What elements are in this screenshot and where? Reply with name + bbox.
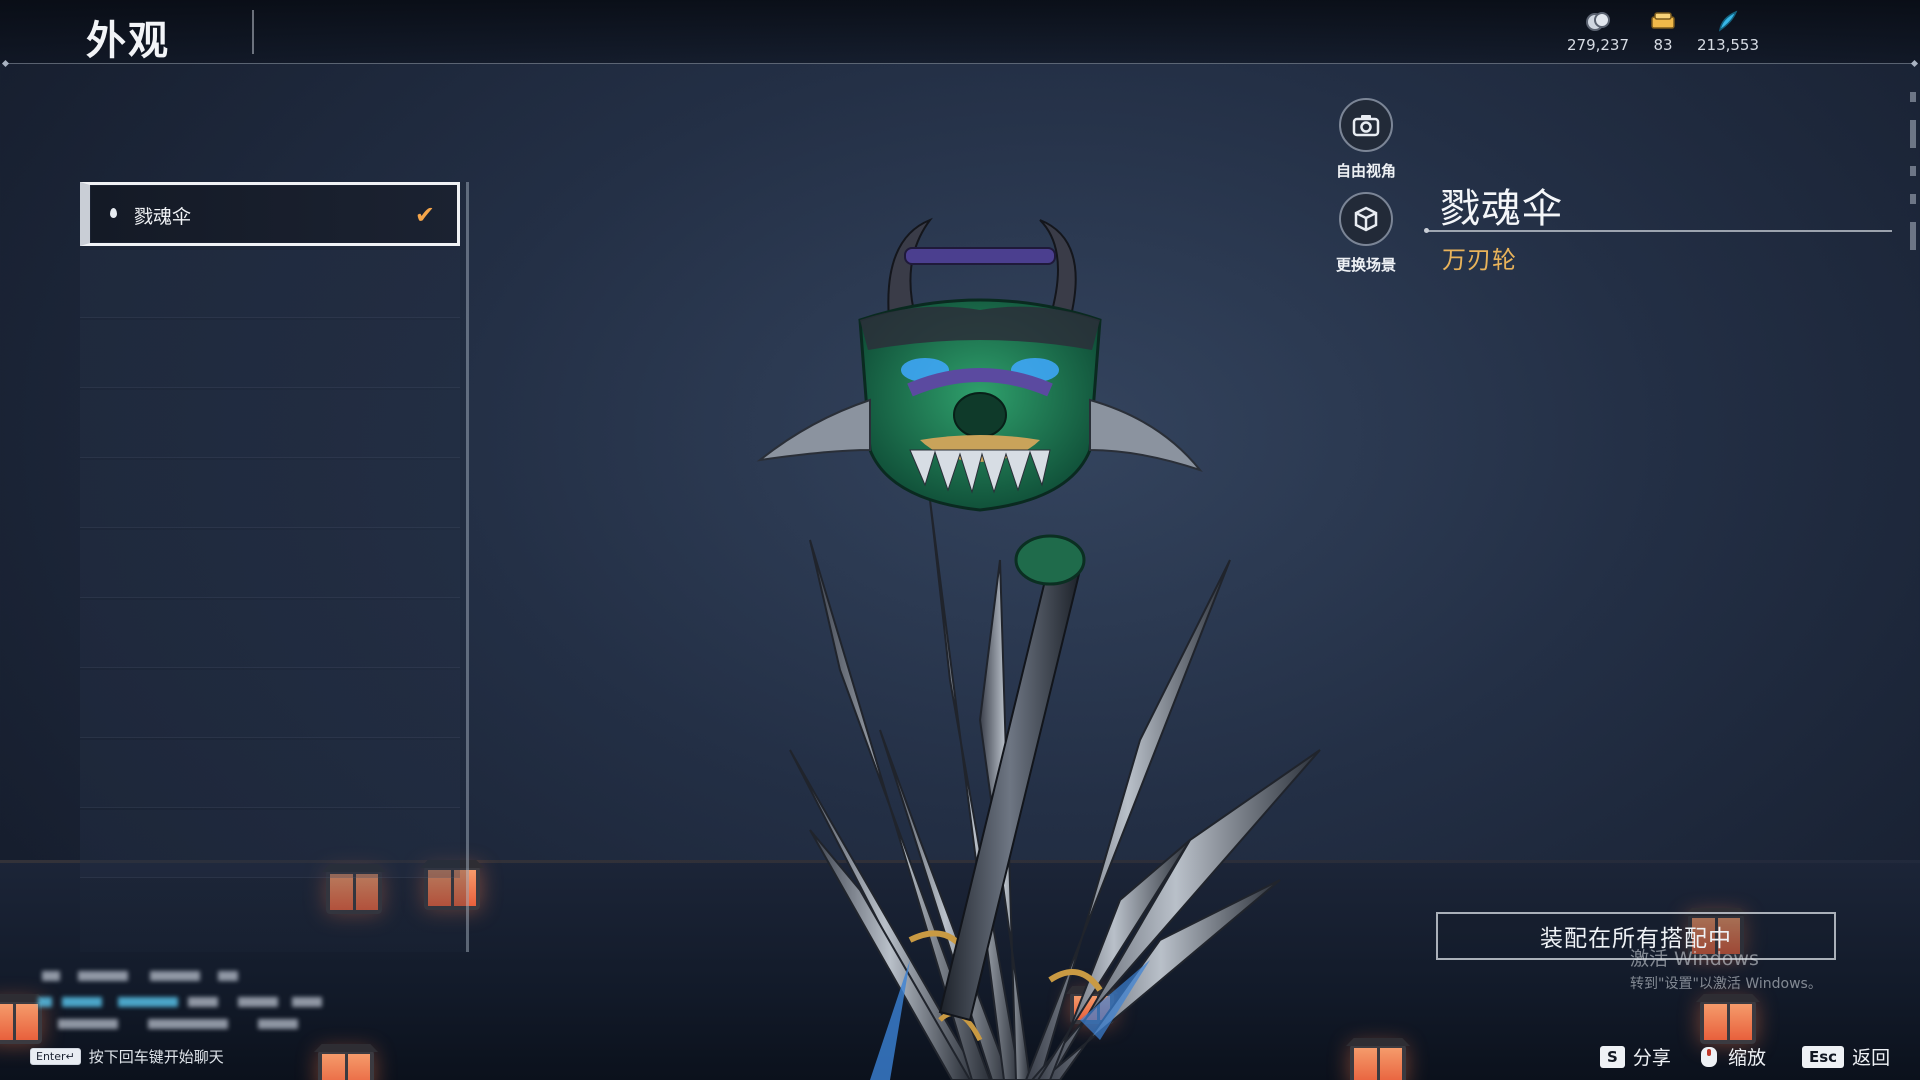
list-item-empty (80, 670, 460, 738)
drop-icon (110, 208, 117, 218)
cube-icon (1339, 192, 1393, 246)
change-scene-label: 更换场景 (1335, 256, 1396, 274)
chat-log-blurred (38, 965, 338, 1035)
share-key: S (1600, 1045, 1625, 1068)
lantern-decoration (1700, 1000, 1756, 1044)
zoom-hint[interactable]: 缩放 (1698, 1043, 1766, 1070)
list-item-empty (80, 740, 460, 808)
free-view-label: 自由视角 (1335, 162, 1396, 180)
ticket-icon (1651, 12, 1675, 29)
watermark-line2: 转到"设置"以激活 Windows。 (1630, 976, 1822, 992)
item-name-title: 戮魂伞 (1440, 186, 1563, 232)
free-view-button[interactable]: 自由视角 (1316, 98, 1416, 181)
list-item-empty (80, 390, 460, 458)
windows-activation-watermark: 激活 Windows 转到"设置"以激活 Windows。 (1630, 944, 1822, 993)
watermark-line1: 激活 Windows (1630, 948, 1759, 970)
zoom-label: 缩放 (1728, 1047, 1767, 1069)
top-bar: 外观 279,237 83 213,553 (0, 0, 1920, 64)
enter-key-icon: Enter↵ (30, 1048, 81, 1065)
mouse-icon (1701, 1046, 1717, 1067)
list-scrollbar[interactable] (466, 182, 469, 952)
page-scroll-indicator[interactable] (1910, 92, 1918, 268)
item-name-divider (1424, 228, 1892, 233)
currency-feather: 213,553 (1688, 10, 1768, 54)
share-label: 分享 (1632, 1047, 1671, 1069)
checkmark-icon: ✔ (414, 201, 435, 229)
feather-amount: 213,553 (1696, 36, 1760, 54)
list-item-empty (80, 460, 460, 528)
back-label: 返回 (1852, 1047, 1891, 1069)
item-subtype-label: 万刃轮 (1442, 246, 1517, 274)
list-item-empty (80, 810, 460, 878)
chat-hint-text: 按下回车键开始聊天 (88, 1048, 224, 1066)
page-title: 外观 (86, 18, 170, 64)
list-item-empty (80, 530, 460, 598)
back-hint[interactable]: Esc 返回 (1802, 1043, 1890, 1070)
list-item-label: 戮魂伞 (134, 206, 192, 228)
list-item-empty (80, 320, 460, 388)
list-item-empty (80, 250, 460, 318)
chat-hint[interactable]: Enter↵ 按下回车键开始聊天 (30, 1046, 224, 1067)
feather-icon (1718, 10, 1738, 32)
list-item-selected-skin[interactable]: 戮魂伞 ✔ (80, 182, 460, 246)
list-item-empty (80, 600, 460, 668)
coin-stack-icon (1586, 12, 1610, 31)
share-hint[interactable]: S 分享 (1600, 1043, 1671, 1070)
lantern-decoration (0, 1000, 42, 1044)
top-bar-divider (6, 63, 1914, 64)
lantern-decoration (1350, 1044, 1406, 1080)
weapon-model-image[interactable] (720, 200, 1340, 1080)
esc-key: Esc (1802, 1045, 1845, 1068)
lantern-decoration (318, 1050, 374, 1080)
change-scene-button[interactable]: 更换场景 (1316, 192, 1416, 275)
camera-icon (1339, 98, 1393, 152)
title-divider (252, 10, 254, 54)
